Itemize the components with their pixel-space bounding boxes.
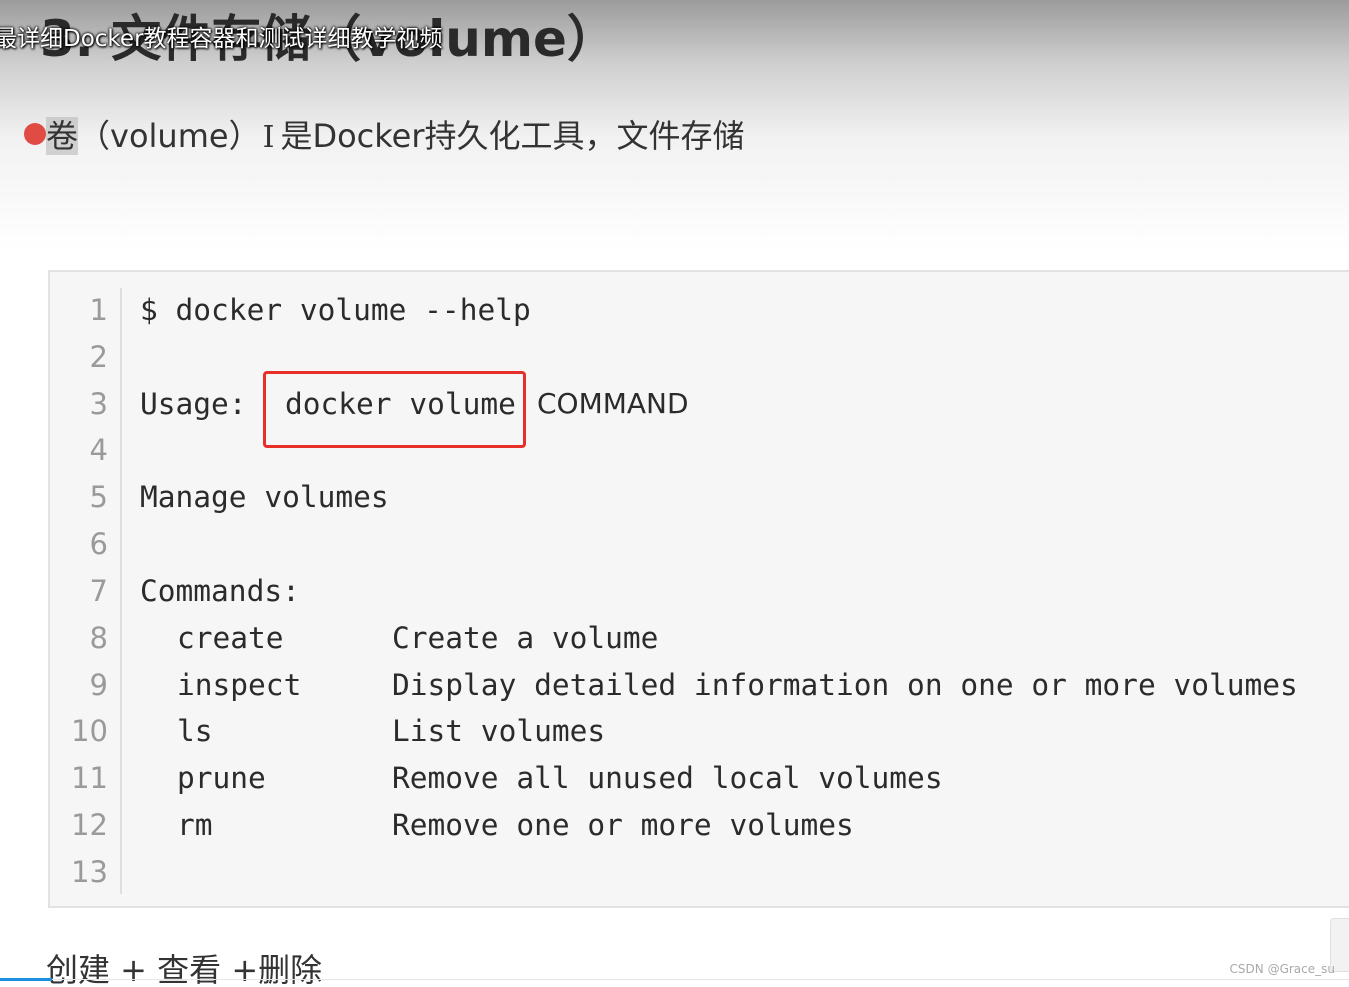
code-line-description: Manage volumes [140, 480, 389, 514]
command-name: create [177, 621, 284, 655]
code-gutter-divider [120, 288, 122, 894]
command-description: Display detailed information on one or m… [392, 668, 1298, 702]
code-line-help-command: $ docker volume --help [140, 293, 531, 327]
command-description: List volumes [392, 714, 606, 748]
highlighted-word: 卷 [46, 117, 79, 155]
bullet-dot-icon [24, 123, 46, 145]
text-cursor-icon: I [262, 120, 275, 155]
command-description: Remove one or more volumes [392, 808, 854, 842]
line-number: 11 [71, 761, 108, 795]
command-name: rm [177, 808, 213, 842]
command-name: ls [177, 714, 213, 748]
line-number: 10 [71, 714, 108, 748]
slide-page: 1 2 3 4 5 6 7 8 9 10 11 12 13 $ docker v… [0, 0, 1349, 987]
command-description: Create a volume [392, 621, 659, 655]
bullet-volume-term: （volume） [78, 117, 261, 155]
bullet-point: 卷（volume）I 是Docker持久化工具，文件存储 [24, 108, 745, 160]
line-number: 3 [89, 387, 108, 421]
line-number: 13 [71, 855, 108, 889]
line-number: 2 [89, 340, 108, 374]
footer-operations-text: 创建 + 查看 +删除 [46, 951, 323, 987]
line-number: 5 [89, 480, 108, 514]
video-title-overlay: 最详细Docker教程容器和测试详细教学视频 [0, 26, 443, 52]
footer-accent-underline [0, 978, 52, 981]
line-number: 9 [89, 668, 108, 702]
line-number: 12 [71, 808, 108, 842]
line-number: 4 [89, 433, 108, 467]
command-name: prune [177, 761, 266, 795]
bullet-description: 是Docker持久化工具，文件存储 [280, 117, 745, 155]
command-name: inspect [177, 668, 302, 702]
bullet-text: 卷（volume）I 是Docker持久化工具，文件存储 [46, 111, 745, 157]
line-number: 7 [89, 574, 108, 608]
csdn-watermark: CSDN @Grace_su [1229, 962, 1335, 976]
usage-label: Usage: [140, 387, 247, 421]
line-number: 8 [89, 621, 108, 655]
line-number: 6 [89, 527, 108, 561]
line-number: 1 [89, 293, 108, 327]
command-description: Remove all unused local volumes [392, 761, 943, 795]
highlight-annotation-box [263, 371, 526, 448]
usage-command-placeholder: COMMAND [537, 387, 689, 420]
footer-divider [52, 979, 1349, 980]
code-line-commands-header: Commands: [140, 574, 300, 608]
